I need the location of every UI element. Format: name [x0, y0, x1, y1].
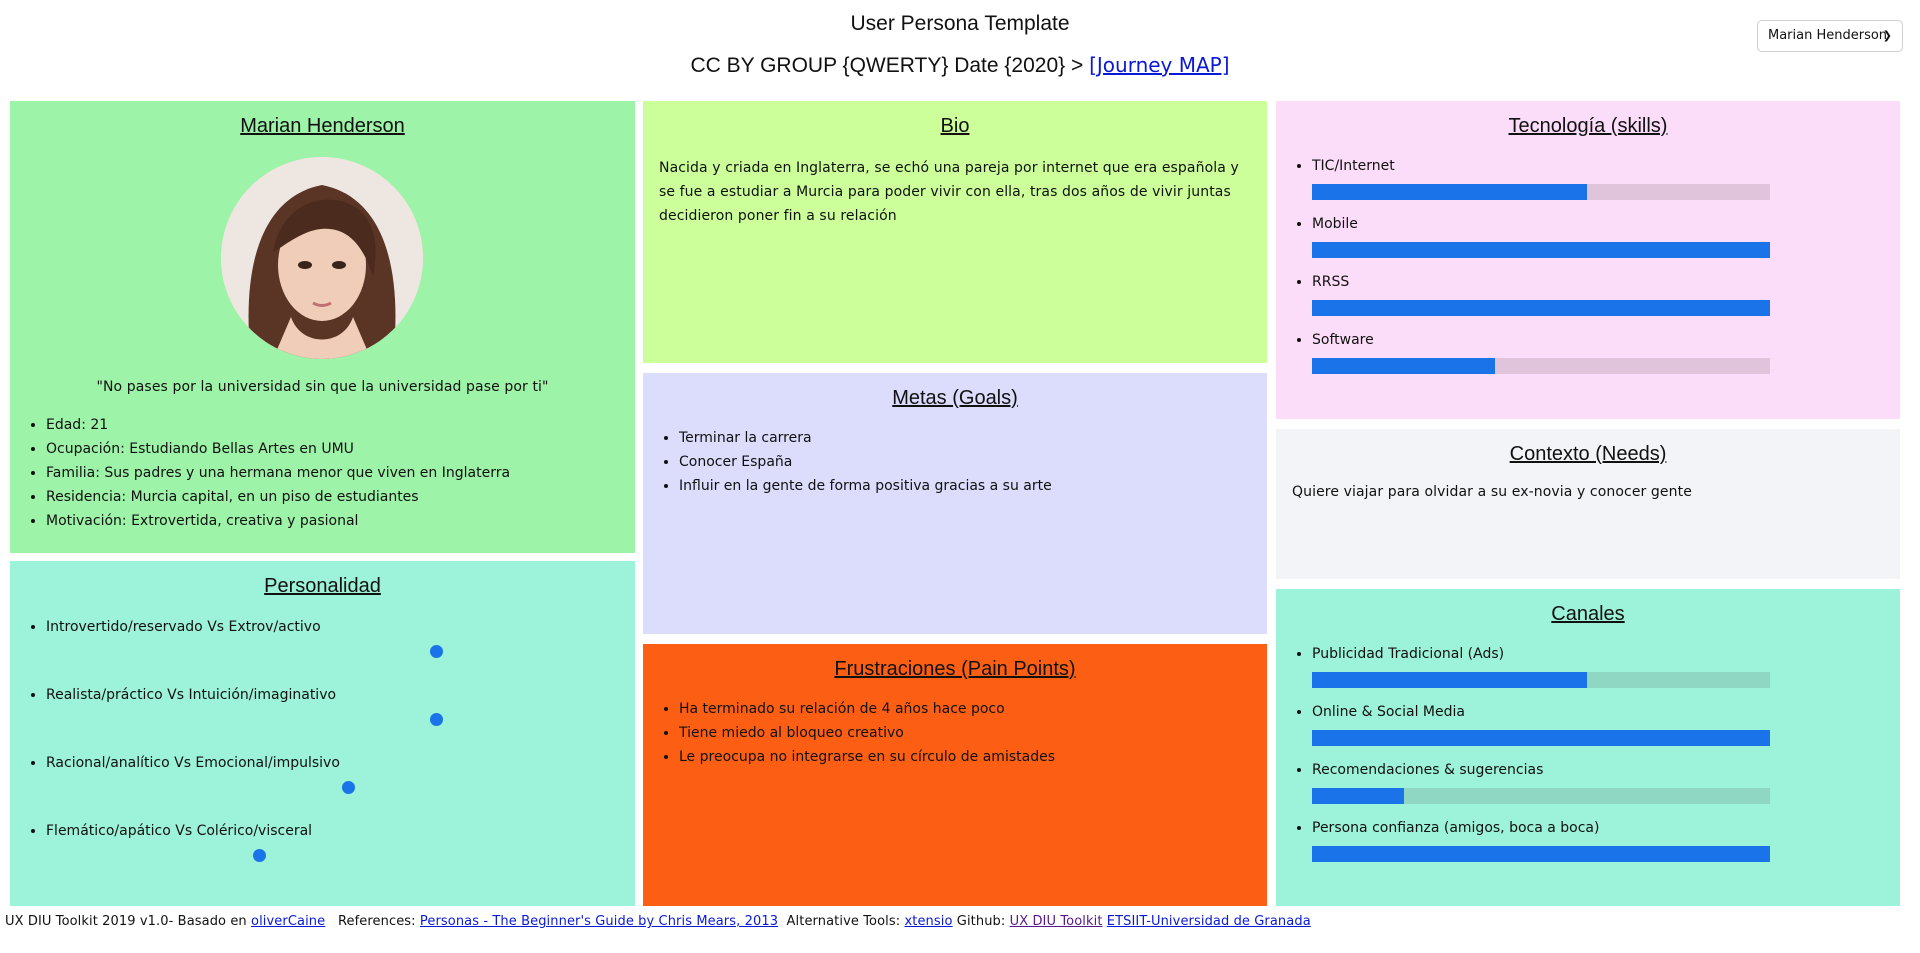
goals-title: Metas (Goals): [892, 387, 1018, 409]
technology-skills: TIC/Internet Mobile RRSS Software: [1276, 154, 1900, 374]
fact-occupation: Ocupación: Estudiando Bellas Artes en UM…: [46, 437, 510, 461]
progress-bar: [1312, 184, 1770, 200]
personality-card: Personalidad Introvertido/reservado Vs E…: [10, 561, 635, 906]
footer-prefix: UX DIU Toolkit 2019 v1.0- Basado en: [5, 914, 247, 929]
bio-title: Bio: [940, 115, 970, 137]
progress-bar-fill: [1312, 184, 1587, 200]
channel-item: Online & Social Media: [1312, 700, 1900, 746]
bio-text: Nacida y criada en Inglaterra, se echó u…: [659, 160, 1239, 224]
fact-family: Familia: Sus padres y una hermana menor …: [46, 461, 510, 485]
skill-item-label: TIC/Internet: [1312, 158, 1395, 174]
skill-item-label: RRSS: [1312, 274, 1350, 290]
context-card: Contexto (Needs) Quiere viajar para olvi…: [1276, 429, 1900, 579]
footer-references-label: References:: [337, 914, 416, 929]
fact-motivation: Motivación: Extrovertida, creativa y pas…: [46, 509, 510, 533]
trait-label: Flemático/apático Vs Colérico/visceral: [46, 819, 635, 843]
etsiit-link[interactable]: ETSIIT-Universidad de Granada: [1107, 914, 1311, 929]
channel-item-label: Persona confianza (amigos, boca a boca): [1312, 820, 1600, 836]
frustration-item: Ha terminado su relación de 4 años hace …: [679, 697, 1267, 721]
technology-card: Tecnología (skills) TIC/Internet Mobile RR…: [1276, 101, 1900, 419]
channel-item: Publicidad Tradicional (Ads): [1312, 642, 1900, 688]
frustrations-title: Frustraciones (Pain Points): [834, 658, 1076, 680]
progress-bar-fill: [1312, 242, 1770, 258]
footer: UX DIU Toolkit 2019 v1.0- Basado en oliv…: [5, 914, 1311, 929]
chevron-down-icon: ❯: [1882, 29, 1892, 42]
olivercaine-link[interactable]: oliverCaine: [251, 914, 325, 929]
progress-bar-fill: [1312, 788, 1404, 804]
progress-bar: [1312, 358, 1770, 374]
goals-list: Terminar la carrera Conocer España Influ…: [643, 426, 1267, 498]
fact-age: Edad: 21: [46, 413, 510, 437]
goal-item: Conocer España: [679, 450, 1267, 474]
bio-card: Bio Nacida y criada en Inglaterra, se ec…: [643, 101, 1267, 363]
progress-bar: [1312, 788, 1770, 804]
progress-bar-fill: [1312, 672, 1587, 688]
frustrations-list: Ha terminado su relación de 4 años hace …: [643, 697, 1267, 769]
progress-bar-fill: [1312, 300, 1770, 316]
progress-bar-fill: [1312, 846, 1770, 862]
channel-item-label: Publicidad Tradicional (Ads): [1312, 646, 1505, 662]
skill-item: TIC/Internet: [1312, 154, 1900, 200]
progress-bar: [1312, 672, 1770, 688]
trait-slider-handle[interactable]: [430, 645, 443, 658]
personality-trait: Introvertido/reservado Vs Extrov/activo: [10, 615, 635, 683]
page-subtitle: CC BY GROUP {QWERTY} Date {2020} > [Jour…: [0, 53, 1920, 78]
page-title: User Persona Template: [850, 12, 1070, 35]
channel-item: Persona confianza (amigos, boca a boca): [1312, 816, 1900, 862]
channel-item-label: Recomendaciones & sugerencias: [1312, 762, 1544, 778]
persona-select-value: Marian Henderson: [1768, 28, 1888, 43]
skill-item-label: Mobile: [1312, 216, 1358, 232]
trait-slider-handle[interactable]: [341, 781, 355, 794]
channels-card: Canales Publicidad Tradicional (Ads) Onli…: [1276, 589, 1900, 906]
context-title: Contexto (Needs): [1509, 443, 1667, 465]
progress-bar: [1312, 300, 1770, 316]
goal-item: Terminar la carrera: [679, 426, 1267, 450]
goal-item: Influir en la gente de forma positiva gr…: [679, 474, 1267, 498]
profile-name: Marian Henderson: [240, 115, 405, 137]
skill-item: RRSS: [1312, 270, 1900, 316]
journey-map-link[interactable]: [Journey MAP]: [1089, 53, 1229, 77]
frustration-item: Tiene miedo al bloqueo creativo: [679, 721, 1267, 745]
progress-bar-fill: [1312, 358, 1496, 374]
progress-bar: [1312, 730, 1770, 746]
personality-trait: Racional/analítico Vs Emocional/impulsiv…: [10, 751, 635, 819]
progress-bar-fill: [1312, 730, 1770, 746]
trait-slider-handle[interactable]: [253, 849, 267, 862]
footer-github-label: Github:: [956, 914, 1006, 929]
progress-bar: [1312, 846, 1770, 862]
xtensio-link[interactable]: xtensio: [904, 914, 952, 929]
personality-trait: Flemático/apático Vs Colérico/visceral: [10, 819, 635, 887]
trait-label: Realista/práctico Vs Intuición/imaginati…: [46, 683, 635, 707]
profile-card: Marian Henderson "No pases por la univer…: [10, 101, 635, 553]
channel-item: Recomendaciones & sugerencias: [1312, 758, 1900, 804]
channel-item-label: Online & Social Media: [1312, 704, 1465, 720]
trait-slider-handle[interactable]: [430, 713, 443, 726]
personas-guide-link[interactable]: Personas - The Beginner's Guide by Chris…: [420, 914, 778, 929]
channels-title: Canales: [1551, 603, 1625, 625]
personality-traits: Introvertido/reservado Vs Extrov/activo R…: [10, 615, 635, 887]
avatar: [221, 157, 423, 359]
channels-list: Publicidad Tradicional (Ads) Online & Soc…: [1276, 642, 1900, 862]
technology-title: Tecnología (skills): [1508, 115, 1668, 137]
trait-label: Introvertido/reservado Vs Extrov/activo: [46, 615, 635, 639]
skill-item-label: Software: [1312, 332, 1374, 348]
frustrations-card: Frustraciones (Pain Points) Ha terminado…: [643, 644, 1267, 906]
footer-tools-label: Alternative Tools:: [786, 914, 901, 929]
persona-quote: "No pases por la universidad sin que la …: [96, 379, 549, 395]
goals-card: Metas (Goals) Terminar la carrera Conoce…: [643, 373, 1267, 634]
ux-diu-toolkit-link[interactable]: UX DIU Toolkit: [1010, 914, 1103, 929]
skill-item: Software: [1312, 328, 1900, 374]
persona-select[interactable]: Marian Henderson ❯: [1757, 20, 1903, 52]
skill-item: Mobile: [1312, 212, 1900, 258]
personality-trait: Realista/práctico Vs Intuición/imaginati…: [10, 683, 635, 751]
trait-label: Racional/analítico Vs Emocional/impulsiv…: [46, 751, 635, 775]
profile-facts: Edad: 21 Ocupación: Estudiando Bellas Ar…: [10, 413, 510, 533]
fact-residence: Residencia: Murcia capital, en un piso d…: [46, 485, 510, 509]
personality-title: Personalidad: [264, 575, 381, 597]
progress-bar: [1312, 242, 1770, 258]
subtitle-text: CC BY GROUP {QWERTY} Date {2020} >: [690, 54, 1084, 77]
avatar-portrait: [221, 157, 423, 359]
context-text: Quiere viajar para olvidar a su ex-novia…: [1292, 484, 1692, 500]
frustration-item: Le preocupa no integrarse en su círculo …: [679, 745, 1267, 769]
